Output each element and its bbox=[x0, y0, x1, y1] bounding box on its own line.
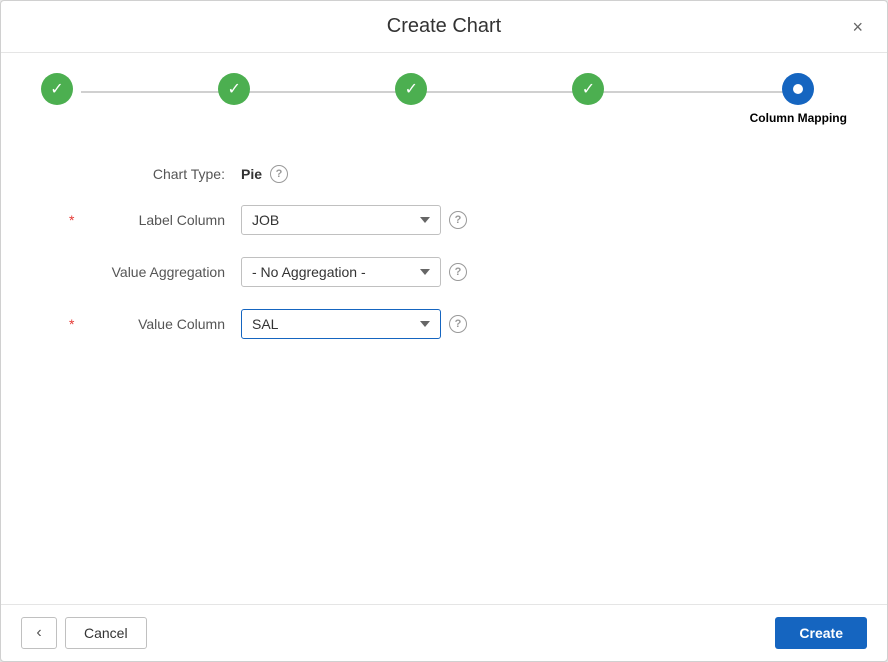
chart-type-value: Pie bbox=[241, 166, 262, 182]
step-1: ✓ bbox=[41, 73, 73, 111]
value-column-select[interactable]: SAL bbox=[241, 309, 441, 339]
step-2-circle: ✓ bbox=[218, 73, 250, 105]
value-aggregation-select[interactable]: - No Aggregation - bbox=[241, 257, 441, 287]
step-5-circle bbox=[782, 73, 814, 105]
value-aggregation-label: Value Aggregation bbox=[61, 264, 241, 280]
value-column-label: * Value Column bbox=[61, 316, 241, 332]
footer-left: ‹ Cancel bbox=[21, 617, 147, 649]
step-2-checkmark: ✓ bbox=[227, 79, 240, 99]
chart-type-label: Chart Type: bbox=[61, 166, 241, 182]
label-column-label: * Label Column bbox=[61, 212, 241, 228]
step-5: Column Mapping bbox=[750, 73, 847, 125]
value-aggregation-row: Value Aggregation - No Aggregation - ? bbox=[61, 257, 827, 287]
step-4-circle: ✓ bbox=[572, 73, 604, 105]
value-aggregation-value-group: - No Aggregation - ? bbox=[241, 257, 467, 287]
step-4: ✓ bbox=[572, 73, 604, 111]
dialog-title: Create Chart bbox=[387, 15, 502, 38]
stepper-steps: ✓ ✓ ✓ ✓ bbox=[41, 73, 847, 125]
label-column-row: * Label Column JOB ? bbox=[61, 205, 827, 235]
step-5-dot bbox=[793, 84, 803, 94]
step-5-label: Column Mapping bbox=[750, 111, 847, 125]
chart-type-help-icon[interactable]: ? bbox=[270, 165, 288, 183]
value-column-value-group: SAL ? bbox=[241, 309, 467, 339]
step-1-checkmark: ✓ bbox=[50, 79, 63, 99]
label-column-select[interactable]: JOB bbox=[241, 205, 441, 235]
create-chart-dialog: Create Chart × ✓ ✓ ✓ bbox=[0, 0, 888, 662]
step-1-circle: ✓ bbox=[41, 73, 73, 105]
label-column-value-group: JOB ? bbox=[241, 205, 467, 235]
step-2: ✓ bbox=[218, 73, 250, 111]
step-3-circle: ✓ bbox=[395, 73, 427, 105]
dialog-header: Create Chart × bbox=[1, 1, 887, 53]
label-column-help-icon[interactable]: ? bbox=[449, 211, 467, 229]
value-column-row: * Value Column SAL ? bbox=[61, 309, 827, 339]
value-aggregation-help-icon[interactable]: ? bbox=[449, 263, 467, 281]
back-button[interactable]: ‹ bbox=[21, 617, 57, 649]
cancel-button[interactable]: Cancel bbox=[65, 617, 147, 649]
chart-type-value-group: Pie ? bbox=[241, 165, 288, 183]
form-body: Chart Type: Pie ? * Label Column JOB ? V… bbox=[1, 135, 887, 604]
close-button[interactable]: × bbox=[844, 14, 871, 40]
create-button[interactable]: Create bbox=[775, 617, 867, 649]
stepper: ✓ ✓ ✓ ✓ bbox=[1, 53, 887, 135]
step-4-checkmark: ✓ bbox=[582, 79, 595, 99]
value-column-help-icon[interactable]: ? bbox=[449, 315, 467, 333]
value-column-required: * bbox=[69, 316, 74, 332]
chart-type-row: Chart Type: Pie ? bbox=[61, 165, 827, 183]
step-3: ✓ bbox=[395, 73, 427, 111]
label-column-required: * bbox=[69, 212, 74, 228]
step-3-checkmark: ✓ bbox=[405, 79, 418, 99]
dialog-footer: ‹ Cancel Create bbox=[1, 604, 887, 661]
